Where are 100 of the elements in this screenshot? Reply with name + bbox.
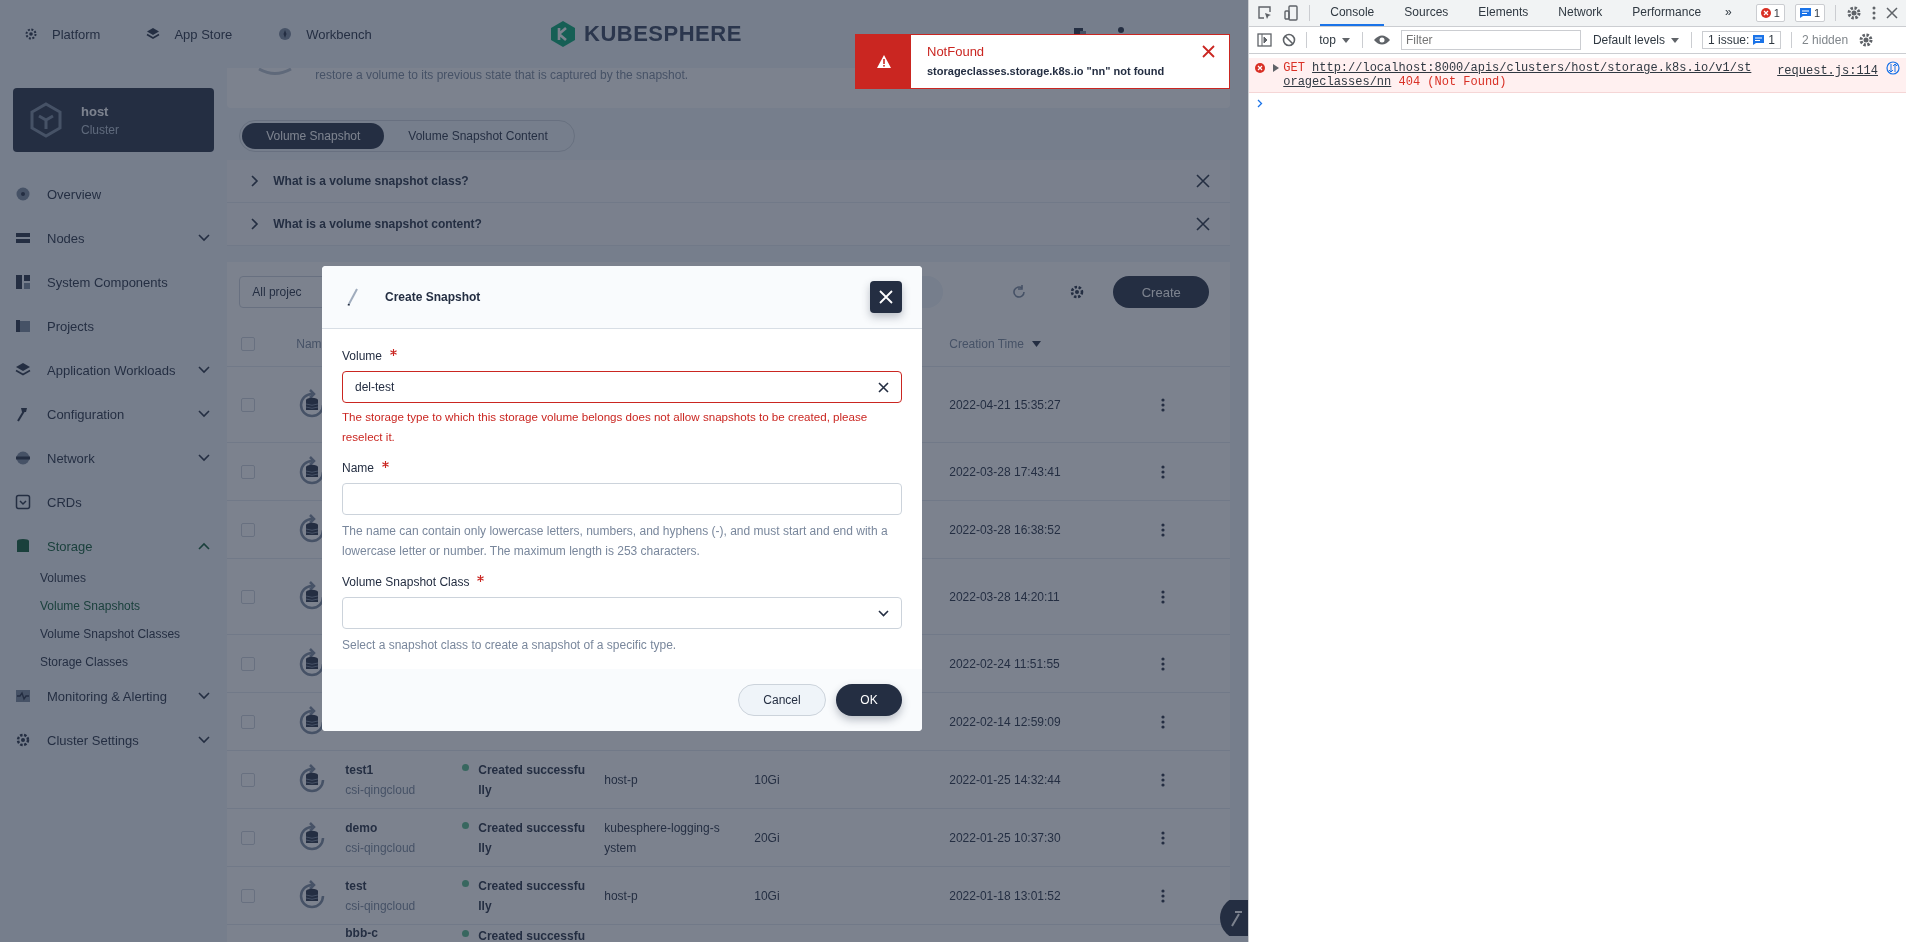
faq-question[interactable]: What is a volume snapshot content? bbox=[273, 217, 482, 231]
devtools-tab[interactable]: Sources bbox=[1394, 0, 1459, 26]
error-message: The storage type to which this storage volume belongs does not allow snapshots to be created, please reselect it. bbox=[342, 409, 869, 445]
ok-button[interactable]: OK bbox=[836, 684, 902, 716]
prompt-icon bbox=[1257, 99, 1264, 108]
context-dropdown[interactable]: top bbox=[1317, 33, 1352, 47]
refresh-icon[interactable] bbox=[1011, 284, 1028, 300]
menu-item[interactable]: Nodes bbox=[13, 218, 215, 258]
levels-dropdown[interactable]: Default levels bbox=[1590, 33, 1681, 47]
device-icon[interactable] bbox=[1283, 5, 1300, 21]
menu-icon bbox=[15, 450, 31, 466]
issues-button[interactable]: 1 issue: 1 bbox=[1702, 31, 1782, 49]
nav-link[interactable]: Workbench bbox=[278, 26, 372, 42]
inspect-icon[interactable] bbox=[1257, 5, 1274, 21]
create-button[interactable]: Create bbox=[1113, 276, 1210, 308]
tab[interactable]: Volume Snapshot bbox=[242, 123, 385, 149]
close-icon[interactable] bbox=[1202, 45, 1215, 58]
error-count-badge[interactable]: 1 bbox=[1755, 4, 1785, 22]
menu-item[interactable]: System Components bbox=[13, 262, 215, 302]
more-icon[interactable] bbox=[1161, 464, 1166, 479]
more-icon[interactable] bbox=[1161, 397, 1166, 412]
close-icon[interactable] bbox=[1886, 7, 1898, 19]
close-icon bbox=[879, 290, 893, 304]
cube-icon bbox=[29, 102, 63, 138]
chevron-down-icon[interactable] bbox=[878, 609, 889, 617]
logo-text: KUBESPHERE bbox=[584, 21, 742, 47]
chevron-right-icon[interactable] bbox=[251, 175, 260, 187]
close-icon[interactable] bbox=[1196, 174, 1211, 188]
tab[interactable]: Volume Snapshot Content bbox=[384, 123, 572, 149]
menu-item[interactable]: Network bbox=[13, 438, 215, 478]
expand-triangle-icon[interactable] bbox=[1273, 64, 1280, 72]
kebab-menu-icon[interactable] bbox=[1872, 6, 1876, 20]
message-icon bbox=[1799, 8, 1811, 18]
menu-item[interactable]: Configuration bbox=[13, 394, 215, 434]
devtools-tab[interactable]: Elements bbox=[1468, 0, 1539, 26]
menu-icon bbox=[15, 362, 31, 378]
status-text: Created successfully bbox=[478, 761, 586, 799]
menu-item[interactable]: Monitoring & Alerting bbox=[13, 676, 215, 716]
select-field[interactable] bbox=[342, 597, 902, 629]
more-tabs-button[interactable]: » bbox=[1721, 0, 1736, 26]
submenu-item[interactable]: Storage Classes bbox=[40, 648, 215, 676]
snapshot-name[interactable]: demo bbox=[345, 820, 463, 835]
pen-icon bbox=[347, 288, 359, 306]
eye-icon[interactable] bbox=[1372, 34, 1391, 46]
menu-icon bbox=[15, 274, 31, 290]
more-icon[interactable] bbox=[1161, 830, 1166, 845]
settings-icon[interactable] bbox=[1069, 284, 1086, 300]
devtools-tab[interactable]: Console bbox=[1320, 0, 1385, 26]
menu-icon bbox=[15, 318, 31, 334]
creation-time-text: 2022-03-28 16:38:52 bbox=[949, 522, 1061, 537]
menu-item[interactable]: Storage bbox=[13, 526, 215, 566]
settings-icon[interactable] bbox=[1846, 5, 1862, 21]
clear-console-icon[interactable] bbox=[1282, 33, 1297, 47]
creation-time-text: 2022-01-25 10:37:30 bbox=[949, 830, 1061, 845]
menu-icon bbox=[15, 186, 31, 202]
network-request-icon[interactable] bbox=[1886, 61, 1900, 75]
close-icon[interactable] bbox=[1196, 217, 1211, 231]
creation-time-text: 2022-01-25 14:32:44 bbox=[949, 772, 1061, 787]
more-icon[interactable] bbox=[1161, 656, 1166, 671]
snapshot-name[interactable]: test1 bbox=[345, 762, 463, 777]
select-field[interactable]: del-test bbox=[342, 371, 902, 403]
more-icon[interactable] bbox=[1161, 714, 1166, 729]
menu-item[interactable]: Application Workloads bbox=[13, 350, 215, 390]
menu-item[interactable]: CRDs bbox=[13, 482, 215, 522]
source-link[interactable]: request.js:114 bbox=[1777, 61, 1878, 81]
filter-field[interactable]: Filter bbox=[1400, 30, 1581, 50]
menu-icon bbox=[15, 494, 31, 510]
devtools-tab[interactable]: Performance bbox=[1622, 0, 1712, 26]
submenu-item[interactable]: Volume Snapshot Classes bbox=[40, 620, 215, 648]
toast-message: storageclasses.storage.k8s.io "nn" not found bbox=[927, 65, 1165, 77]
status-text: Created successfu bbox=[478, 928, 586, 942]
submenu-item[interactable]: Volume Snapshots bbox=[40, 592, 215, 620]
sidebar-toggle-icon[interactable] bbox=[1257, 33, 1273, 47]
nav-link[interactable]: Platform bbox=[24, 26, 101, 42]
more-icon[interactable] bbox=[1161, 589, 1166, 604]
caret-icon bbox=[1341, 37, 1350, 43]
submenu-item[interactable]: Volumes bbox=[40, 564, 215, 592]
clear-icon[interactable] bbox=[878, 381, 889, 393]
nav-link[interactable]: App Store bbox=[146, 26, 233, 42]
snapshot-name[interactable]: test bbox=[345, 878, 463, 893]
menu-item[interactable]: Overview bbox=[13, 174, 215, 214]
snapshot-name[interactable]: bbb-c bbox=[345, 926, 463, 940]
chevron-right-icon[interactable] bbox=[251, 218, 260, 230]
hidden-count: 2 hidden bbox=[1802, 33, 1849, 47]
devtools-tab[interactable]: Network bbox=[1548, 0, 1613, 26]
cancel-button[interactable]: Cancel bbox=[738, 684, 826, 716]
close-button[interactable] bbox=[870, 281, 902, 313]
error-icon bbox=[1255, 63, 1266, 73]
faq-question[interactable]: What is a volume snapshot class? bbox=[273, 174, 469, 188]
more-icon[interactable] bbox=[1161, 522, 1166, 537]
message-count-badge[interactable]: 1 bbox=[1794, 4, 1825, 22]
cluster-card[interactable]: host Cluster bbox=[13, 88, 215, 152]
more-icon[interactable] bbox=[1161, 888, 1166, 903]
settings-icon[interactable] bbox=[1858, 32, 1875, 48]
status-dot-icon bbox=[462, 930, 470, 937]
more-icon[interactable] bbox=[1161, 772, 1166, 787]
menu-item[interactable]: Projects bbox=[13, 306, 215, 346]
tool-button-icon[interactable] bbox=[1220, 900, 1249, 936]
menu-item[interactable]: Cluster Settings bbox=[13, 720, 215, 760]
input-field[interactable] bbox=[342, 483, 902, 515]
